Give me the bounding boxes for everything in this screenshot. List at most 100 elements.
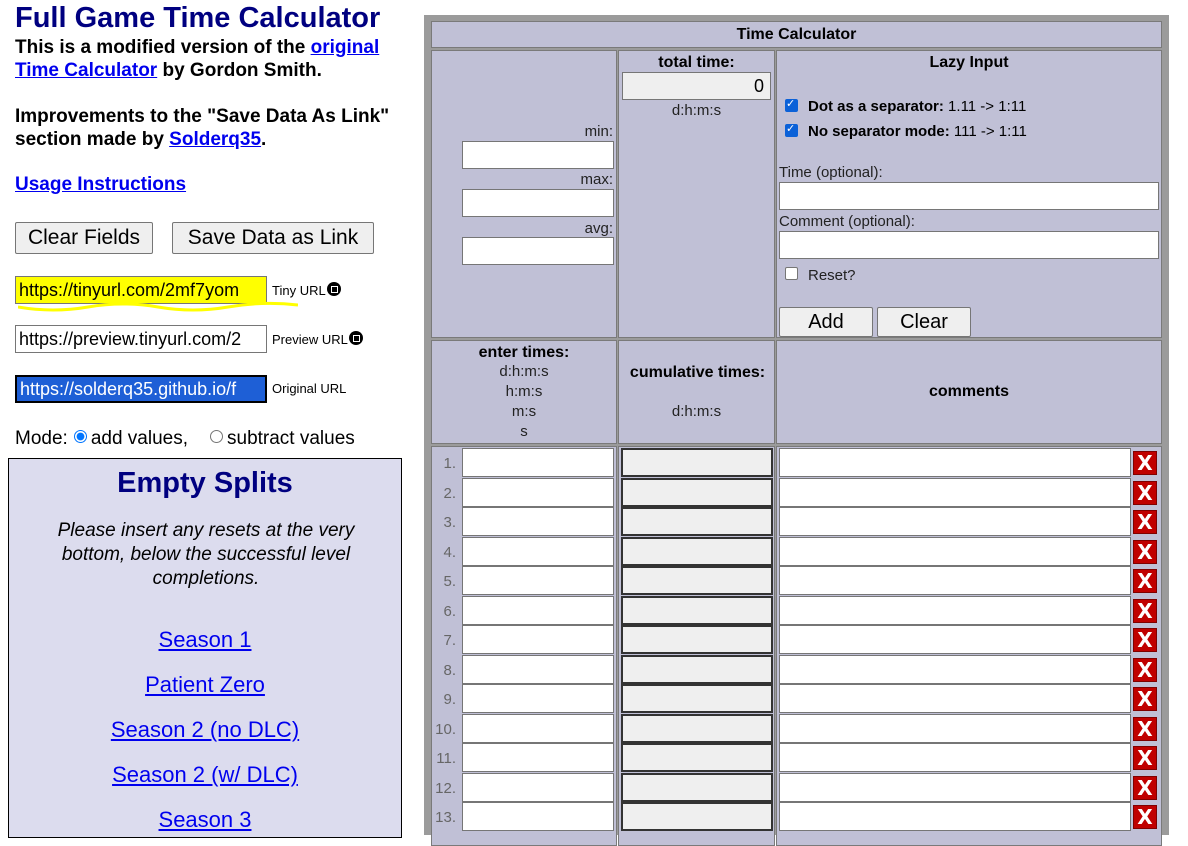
delete-row-icon[interactable]: X <box>1133 539 1157 564</box>
stats-cell: min: max: avg: <box>431 50 617 338</box>
reset-label: Reset? <box>808 267 856 284</box>
row-number: 4. <box>443 543 456 561</box>
highlight-squiggle <box>18 301 298 312</box>
row-number: 8. <box>443 661 456 679</box>
time-entry-field[interactable] <box>462 507 614 536</box>
row-number: 6. <box>443 602 456 620</box>
preview-url-field[interactable] <box>15 325 267 353</box>
cumulative-time-field <box>621 684 773 713</box>
total-time-label: total time: <box>658 54 735 71</box>
delete-row-icon[interactable]: X <box>1133 598 1157 623</box>
clear-fields-button[interactable]: Clear Fields <box>15 222 153 254</box>
comment-field[interactable] <box>779 684 1131 713</box>
time-entry-field[interactable] <box>462 713 614 743</box>
mode-label: Mode: <box>15 428 68 449</box>
solderq35-link[interactable]: Solderq35 <box>169 129 261 150</box>
usage-instructions-link[interactable]: Usage Instructions <box>15 174 186 196</box>
split-link-patient-zero[interactable]: Patient Zero <box>9 672 401 698</box>
original-url-field[interactable] <box>15 375 267 403</box>
delete-row-icon[interactable]: X <box>1133 775 1157 800</box>
split-link-season-2-no-dlc[interactable]: Season 2 (no DLC) <box>9 717 401 743</box>
enter-times-header: enter times: d:h:m:s h:m:s m:s s <box>431 340 617 444</box>
time-entry-field[interactable] <box>462 536 614 566</box>
copy-icon[interactable] <box>326 282 341 296</box>
cumulative-time-field <box>621 536 773 566</box>
comment-field[interactable] <box>779 595 1131 625</box>
dot-separator-example: 1.11 -> 1:11 <box>943 98 1027 115</box>
split-link-season-2-dlc[interactable]: Season 2 (w/ DLC) <box>9 762 401 788</box>
time-entry-field[interactable] <box>462 477 614 507</box>
comments-header: comments <box>776 340 1162 444</box>
left-panel: Full Game Time Calculator This is a modi… <box>0 0 420 838</box>
time-entry-field[interactable] <box>462 772 614 802</box>
comment-field[interactable] <box>779 536 1131 566</box>
time-entry-field[interactable] <box>462 595 614 625</box>
row-number: 2. <box>443 484 456 502</box>
delete-row-icon[interactable]: X <box>1133 657 1157 682</box>
comment-field[interactable] <box>779 772 1131 802</box>
avg-field[interactable] <box>462 237 614 265</box>
add-values-radio[interactable] <box>73 430 87 443</box>
min-label: min: <box>584 123 613 140</box>
time-entry-field[interactable] <box>462 743 614 772</box>
comment-field[interactable] <box>779 507 1131 536</box>
delete-row-icon[interactable]: X <box>1133 805 1157 829</box>
comment-field[interactable] <box>779 802 1131 831</box>
format-dhms: d:h:m:s <box>499 363 549 380</box>
delete-row-icon[interactable]: X <box>1133 628 1157 652</box>
dot-separator-checkbox[interactable] <box>785 97 798 112</box>
save-data-link-button[interactable]: Save Data as Link <box>172 222 374 254</box>
time-entry-field[interactable] <box>462 448 614 477</box>
comment-field[interactable] <box>779 477 1131 507</box>
comment-field[interactable] <box>779 654 1131 684</box>
cumulative-time-field <box>621 507 773 536</box>
time-entry-field[interactable] <box>462 625 614 654</box>
lazy-clear-button[interactable]: Clear <box>877 307 971 337</box>
lazy-input-title: Lazy Input <box>929 54 1009 71</box>
time-entry-field[interactable] <box>462 566 614 595</box>
lazy-add-button[interactable]: Add <box>779 307 873 337</box>
time-entry-field[interactable] <box>462 654 614 684</box>
subtract-values-label: subtract values <box>227 428 355 449</box>
tiny-url-field[interactable] <box>15 276 267 304</box>
split-link-season-3[interactable]: Season 3 <box>9 807 401 833</box>
delete-row-icon[interactable]: X <box>1133 746 1157 770</box>
comment-field[interactable] <box>779 625 1131 654</box>
total-time-cell: total time: 0 d:h:m:s <box>618 50 775 338</box>
copy-icon[interactable] <box>348 331 363 345</box>
comment-field[interactable] <box>779 566 1131 595</box>
row-number: 13. <box>435 809 456 826</box>
comment-field[interactable] <box>779 448 1131 477</box>
intro-prefix: This is a modified version of the <box>15 37 311 58</box>
lazy-time-field[interactable] <box>779 182 1159 210</box>
reset-checkbox[interactable] <box>785 267 798 280</box>
time-entry-field[interactable] <box>462 802 614 831</box>
cumulative-time-field <box>621 477 773 507</box>
lazy-input-cell: Lazy Input Dot as a separator: 1.11 -> 1… <box>776 50 1162 338</box>
comment-field[interactable] <box>779 713 1131 743</box>
cumulative-time-field <box>621 802 773 831</box>
format-hms: h:m:s <box>505 383 543 400</box>
url-label: URL <box>296 283 326 298</box>
split-link-season-1[interactable]: Season 1 <box>9 627 401 653</box>
cumulative-label: cumulative times: <box>629 364 766 381</box>
max-field[interactable] <box>462 189 614 217</box>
delete-row-icon[interactable]: X <box>1133 480 1157 505</box>
no-separator-checkbox[interactable] <box>785 122 798 137</box>
empty-splits-panel: Empty Splits Please insert any resets at… <box>8 458 402 838</box>
subtract-values-radio[interactable] <box>210 430 223 443</box>
delete-row-icon[interactable]: X <box>1133 716 1157 741</box>
max-label: max: <box>580 171 613 188</box>
min-field[interactable] <box>462 141 614 169</box>
delete-row-icon[interactable]: X <box>1133 510 1157 534</box>
delete-row-icon[interactable]: X <box>1133 451 1157 475</box>
preview-url-label: Preview URL <box>272 331 363 347</box>
delete-row-icon[interactable]: X <box>1133 687 1157 711</box>
delete-row-icon[interactable]: X <box>1133 569 1157 593</box>
lazy-comment-field[interactable] <box>779 231 1159 259</box>
cumulative-time-field <box>621 743 773 772</box>
cumulative-time-field <box>621 625 773 654</box>
comment-field[interactable] <box>779 743 1131 772</box>
time-entry-field[interactable] <box>462 684 614 713</box>
row-number: 5. <box>443 573 456 590</box>
